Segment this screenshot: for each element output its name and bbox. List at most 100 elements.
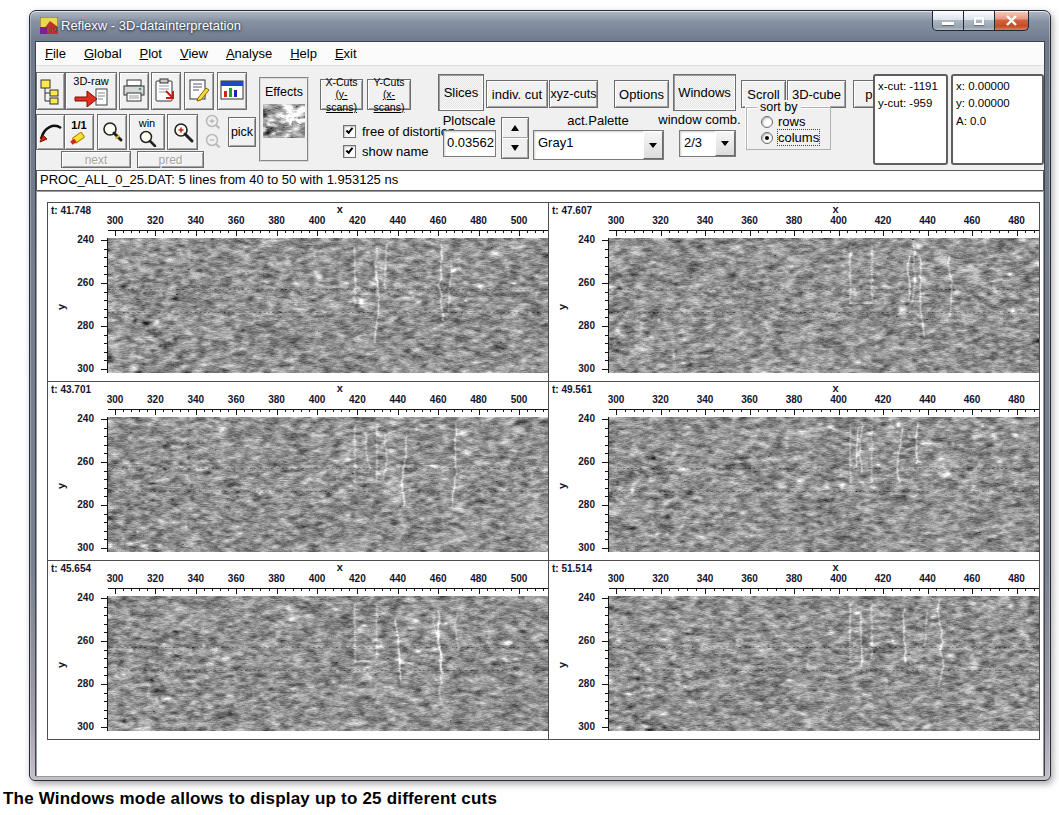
- zoom-window-icon: [137, 129, 157, 147]
- edit-notes-button[interactable]: [184, 72, 214, 110]
- show-name-checkbox[interactable]: show name: [343, 144, 428, 159]
- plotscale-input[interactable]: 0.03562: [443, 130, 496, 157]
- x-tick-label: 440: [919, 573, 936, 584]
- x-tick-label: 480: [470, 573, 487, 584]
- chevron-down-icon[interactable]: [715, 131, 735, 156]
- sort-rows-radio[interactable]: rows: [761, 114, 805, 129]
- print-button[interactable]: [119, 72, 149, 110]
- slices-button[interactable]: Slices: [438, 74, 484, 111]
- slice-panel[interactable]: t: 51.514 x 3003203403603804004204404604…: [548, 560, 1040, 740]
- checkbox-checked-icon: [343, 125, 356, 138]
- x-tick-label: 480: [1008, 573, 1025, 584]
- x-tick-label: 420: [875, 573, 892, 584]
- slice-panel[interactable]: t: 47.607 x 3003203403603804004204404604…: [548, 202, 1040, 382]
- x-tick-label: 400: [830, 215, 847, 226]
- panel-time-label: t: 51.514: [552, 563, 592, 574]
- x-tick-label: 300: [107, 394, 124, 405]
- status-bar: PROC_ALL_0_25.DAT: 5 lines from 40 to 50…: [36, 170, 1044, 191]
- window-view-button[interactable]: [217, 72, 247, 110]
- zoom-button[interactable]: [97, 114, 127, 150]
- x-axis-label: x: [337, 561, 343, 573]
- menu-file[interactable]: File: [36, 43, 75, 64]
- slice-panel[interactable]: t: 49.561 x 3003203403603804004204404604…: [548, 381, 1040, 561]
- y-axis: 240260280300: [563, 238, 609, 373]
- x-tick-label: 360: [741, 573, 758, 584]
- spin-up-button[interactable]: [502, 118, 528, 138]
- zoom-window-button[interactable]: win: [129, 114, 165, 150]
- y-axis: 240260280300: [62, 596, 108, 731]
- menu-global[interactable]: Global: [75, 43, 131, 64]
- x-cuts-button[interactable]: X-Cuts(y-scans): [320, 79, 363, 110]
- x-tick-label: 440: [919, 215, 936, 226]
- draw-tool-icon: [38, 119, 64, 145]
- window-comb-select[interactable]: 2/3: [679, 130, 736, 157]
- menu-help[interactable]: Help: [281, 43, 326, 64]
- clipboard-button[interactable]: [151, 72, 181, 110]
- x-tick-label: 480: [470, 215, 487, 226]
- menu-analyse[interactable]: Analyse: [217, 43, 281, 64]
- gpr-slice-image[interactable]: [609, 238, 1039, 373]
- menu-plot[interactable]: Plot: [131, 43, 171, 64]
- plotscale-spinner[interactable]: [501, 117, 529, 159]
- y-tick-label: 240: [565, 413, 595, 424]
- x-tick-label: 380: [268, 215, 285, 226]
- effects-thumbnail[interactable]: [263, 104, 305, 138]
- x-axis: 300320340360380400420440460480: [609, 573, 1039, 596]
- x-tick-label: 320: [147, 215, 164, 226]
- window-comb-label: window comb.: [656, 112, 743, 127]
- magnifier-icon: [100, 120, 124, 144]
- x-value: x: 0.00000: [956, 78, 1039, 95]
- free-of-distortion-checkbox[interactable]: free of distortion: [343, 124, 455, 139]
- draw-tool-button[interactable]: [36, 114, 65, 150]
- options-button[interactable]: Options: [614, 80, 669, 108]
- x-tick-label: 320: [147, 573, 164, 584]
- pred-button[interactable]: pred: [137, 151, 204, 168]
- scale-1-1-button[interactable]: 1/1: [64, 114, 94, 150]
- sort-colums-radio[interactable]: colums: [761, 130, 819, 145]
- y-tick-label: 300: [565, 721, 595, 732]
- y-tick-label: 260: [565, 635, 595, 646]
- menu-exit[interactable]: Exit: [326, 43, 366, 64]
- slice-panel[interactable]: t: 41.748 x 3003203403603804004204404604…: [47, 202, 549, 382]
- chevron-down-icon[interactable]: [643, 131, 663, 159]
- x-tick-label: 480: [1008, 394, 1025, 405]
- spin-down-button[interactable]: [502, 138, 528, 158]
- gpr-slice-image[interactable]: [609, 596, 1039, 731]
- gpr-slice-image[interactable]: [108, 596, 548, 731]
- indiv-cut-button[interactable]: indiv. cut: [486, 80, 548, 108]
- next-button[interactable]: next: [61, 151, 131, 168]
- x-tick-label: 460: [964, 394, 981, 405]
- xyz-cuts-button[interactable]: xyz-cuts: [549, 80, 598, 108]
- x-tick-label: 400: [309, 215, 326, 226]
- svg-text:3D: 3D: [48, 26, 57, 33]
- y-cuts-button[interactable]: Y-Cuts(x-scans): [367, 79, 411, 110]
- x-tick-label: 300: [107, 573, 124, 584]
- slice-panel[interactable]: t: 43.701 x 3003203403603804004204404604…: [47, 381, 549, 561]
- radio-selected-icon: [761, 132, 773, 144]
- gpr-slice-image[interactable]: [108, 238, 548, 373]
- y-tick-label: 280: [565, 320, 595, 331]
- pick-button[interactable]: pick: [228, 117, 256, 147]
- close-button[interactable]: [994, 11, 1029, 31]
- menu-view[interactable]: View: [171, 43, 217, 64]
- sort-by-group: sort by rows colums: [746, 107, 831, 150]
- windows-button[interactable]: Windows: [673, 74, 736, 111]
- minimize-button[interactable]: [932, 11, 964, 31]
- 3d-raw-icon: [73, 87, 109, 107]
- gpr-slice-image[interactable]: [108, 417, 548, 552]
- gpr-slice-image[interactable]: [609, 417, 1039, 552]
- x-tick-label: 340: [187, 573, 204, 584]
- y-tick-label: 280: [64, 499, 94, 510]
- zoom-in-button[interactable]: [167, 114, 198, 150]
- y-tick-label: 260: [565, 277, 595, 288]
- y-tick-label: 280: [64, 678, 94, 689]
- slice-panel[interactable]: t: 45.654 x 3003203403603804004204404604…: [47, 560, 549, 740]
- x-axis-label: x: [337, 203, 343, 215]
- 3d-raw-button[interactable]: 3D-raw: [65, 72, 117, 110]
- maximize-button[interactable]: [963, 11, 995, 31]
- project-tree-button[interactable]: [36, 72, 65, 110]
- y-value: y: 0.00000: [956, 95, 1039, 112]
- act-palette-select[interactable]: Gray1: [533, 130, 664, 160]
- x-tick-label: 460: [430, 394, 447, 405]
- y-tick-label: 280: [565, 499, 595, 510]
